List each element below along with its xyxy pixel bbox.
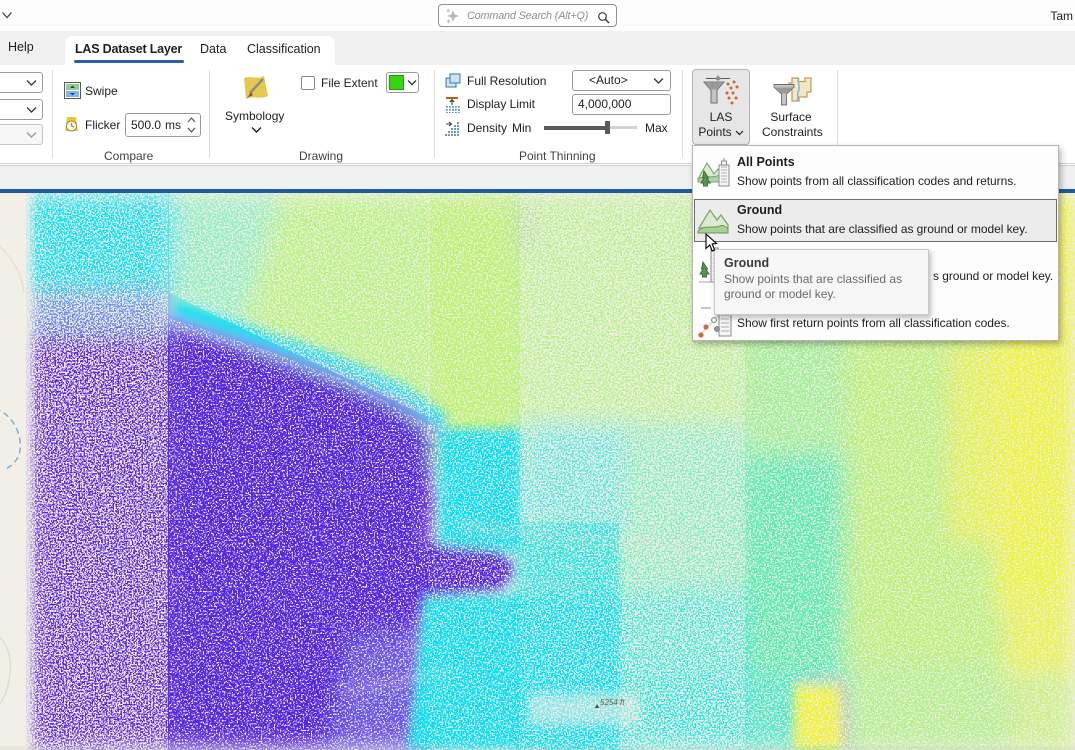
svg-text:5254 ft: 5254 ft [600,698,625,707]
